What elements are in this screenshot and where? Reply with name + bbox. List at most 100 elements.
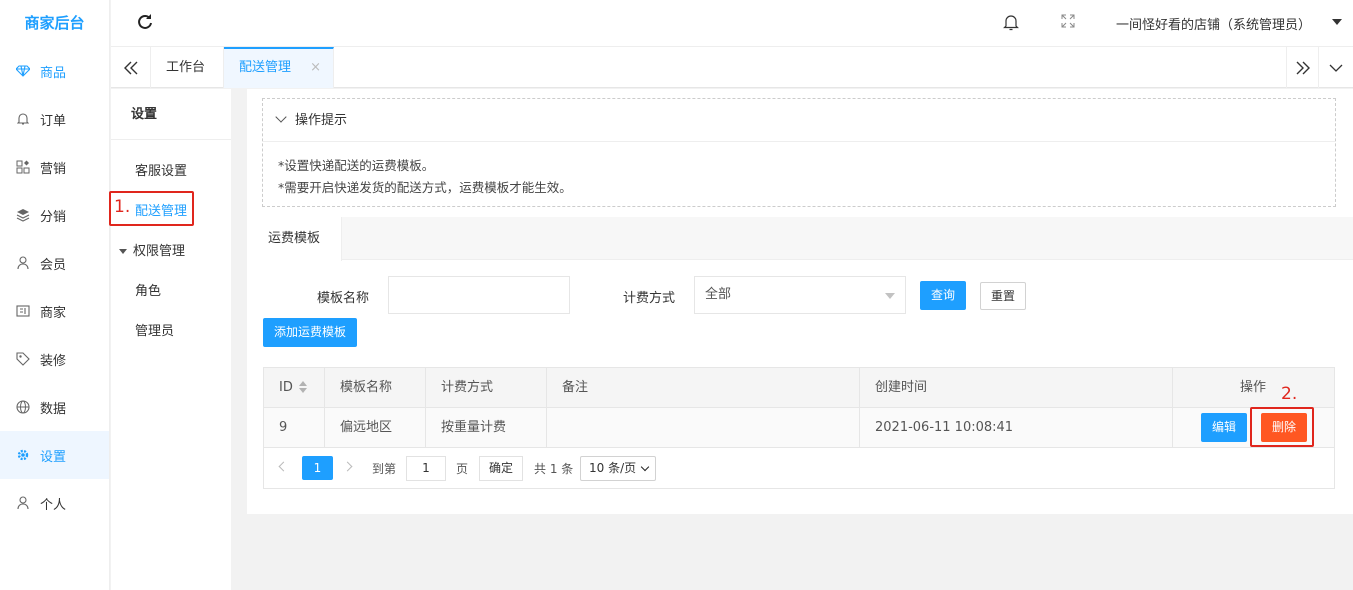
- goto-page-input[interactable]: 1: [406, 456, 446, 481]
- template-name-label: 模板名称: [317, 291, 370, 306]
- tab-scroll-right-button[interactable]: [1286, 47, 1318, 88]
- add-shipping-template-button[interactable]: 添加运费模板: [263, 318, 357, 347]
- nav-item-products[interactable]: 商品: [0, 47, 109, 95]
- card-tab-bar: 运费模板: [247, 217, 1353, 261]
- column-header-remark: 备注: [547, 368, 860, 408]
- tab-shipping-templates[interactable]: 运费模板: [247, 217, 342, 261]
- page-size-value: 10 条/页: [589, 461, 637, 475]
- settings-submenu: 设置 客服设置 配送管理 权限管理 角色 管理员: [111, 89, 231, 590]
- billing-method-label: 计费方式: [623, 291, 676, 306]
- chevron-down-icon: [1329, 64, 1343, 72]
- nav-item-members[interactable]: 会员: [0, 239, 109, 287]
- nav-item-marketing[interactable]: 营销: [0, 143, 109, 191]
- cell-remark: [547, 408, 860, 448]
- cell-billing-method: 按重量计费: [426, 408, 547, 448]
- caret-down-icon: [119, 249, 127, 254]
- tag-icon: [16, 352, 30, 366]
- refresh-icon[interactable]: [135, 12, 155, 32]
- submenu-item-admins[interactable]: 管理员: [135, 320, 174, 339]
- nav-item-label: 商家: [40, 305, 67, 321]
- nav-item-label: 数据: [40, 401, 67, 417]
- current-user-menu[interactable]: 一间怪好看的店铺（系统管理员）: [1116, 14, 1311, 33]
- tab-menu-button[interactable]: [1318, 47, 1353, 88]
- tip-line: *设置快递配送的运费模板。: [278, 158, 435, 173]
- cell-created-time: 2021-06-11 10:08:41: [860, 408, 1173, 448]
- tips-title: 操作提示: [295, 113, 348, 128]
- edit-button[interactable]: 编辑: [1201, 413, 1247, 442]
- top-bar: 一间怪好看的店铺（系统管理员）: [111, 0, 1353, 47]
- column-header-label: ID: [279, 380, 293, 395]
- nav-item-label: 商品: [40, 65, 67, 81]
- nav-item-label: 装修: [40, 353, 67, 369]
- nav-item-orders[interactable]: 订单: [0, 95, 109, 143]
- left-nav: 商家后台 商品 订单 营销 分销 会员 商家 装修 数据 设置 个人: [0, 0, 110, 590]
- nav-item-label: 订单: [40, 113, 67, 129]
- submenu-title: 设置: [111, 89, 231, 140]
- brand-logo[interactable]: 商家后台: [0, 0, 109, 47]
- total-count: 共 1 条: [534, 462, 574, 476]
- sort-icon[interactable]: [298, 380, 307, 393]
- tips-header[interactable]: 操作提示: [263, 99, 1335, 142]
- notification-bell-icon[interactable]: [1003, 13, 1019, 31]
- close-icon[interactable]: ×: [310, 49, 321, 86]
- page-unit-label: 页: [456, 462, 469, 476]
- nav-item-decoration[interactable]: 装修: [0, 335, 109, 383]
- bell-icon: [16, 112, 30, 126]
- operation-tips: 操作提示 *设置快递配送的运费模板。 *需要开启快递发货的配送方式，运费模板才能…: [262, 98, 1336, 207]
- user-icon: [16, 496, 30, 510]
- shop-icon: [16, 304, 30, 318]
- tip-line: *需要开启快递发货的配送方式，运费模板才能生效。: [278, 180, 572, 195]
- nav-item-personal[interactable]: 个人: [0, 479, 109, 527]
- page-tab-bar: 工作台 配送管理 ×: [111, 47, 1353, 88]
- billing-method-select[interactable]: 全部: [694, 276, 906, 314]
- goto-confirm-button[interactable]: 确定: [479, 456, 523, 481]
- template-name-input[interactable]: [388, 276, 570, 314]
- query-button[interactable]: 查询: [920, 281, 966, 310]
- tab-delivery-management[interactable]: 配送管理 ×: [224, 47, 334, 88]
- main-panel: 操作提示 *设置快递配送的运费模板。 *需要开启快递发货的配送方式，运费模板才能…: [247, 89, 1353, 514]
- cell-id: 9: [264, 408, 325, 448]
- submenu-group-permissions[interactable]: 权限管理: [119, 240, 185, 259]
- fullscreen-icon[interactable]: [1061, 14, 1075, 28]
- billing-method-value: 全部: [705, 287, 732, 302]
- annotation-number-2: 2.: [1281, 384, 1298, 404]
- nav-item-label: 会员: [40, 257, 67, 273]
- next-page-icon[interactable]: [342, 461, 353, 472]
- column-header-created-time: 创建时间: [860, 368, 1173, 408]
- prev-page-icon[interactable]: [278, 461, 289, 472]
- table-header: ID 模板名称 计费方式 备注 创建时间 操作: [264, 368, 1334, 408]
- tab-scroll-left-button[interactable]: [111, 47, 151, 88]
- column-header-actions: 操作: [1240, 380, 1267, 395]
- nav-item-label: 个人: [40, 497, 67, 513]
- user-icon: [16, 256, 30, 270]
- nav-item-distribution[interactable]: 分销: [0, 191, 109, 239]
- column-header-billing-method: 计费方式: [426, 368, 547, 408]
- chevron-down-icon: [275, 111, 287, 123]
- chevron-down-icon: [640, 462, 650, 472]
- pagination: 1 到第 1 页 确定 共 1 条 10 条/页: [264, 448, 1334, 488]
- chevron-down-icon[interactable]: [1332, 19, 1342, 25]
- nav-item-data[interactable]: 数据: [0, 383, 109, 431]
- nav-item-label: 分销: [40, 209, 67, 225]
- submenu-item-roles[interactable]: 角色: [135, 280, 161, 299]
- tab-workbench[interactable]: 工作台: [151, 47, 224, 88]
- reset-button[interactable]: 重置: [980, 282, 1026, 310]
- table-row: 9 偏远地区 按重量计费 2021-06-11 10:08:41 编辑 删除: [264, 408, 1334, 448]
- nav-item-settings[interactable]: 设置: [0, 431, 109, 479]
- annotation-number-1: 1.: [114, 197, 131, 217]
- submenu-group-label: 权限管理: [133, 244, 186, 259]
- caret-down-icon: [885, 293, 895, 299]
- submenu-item-customer-service[interactable]: 客服设置: [135, 160, 187, 179]
- nav-item-merchants[interactable]: 商家: [0, 287, 109, 335]
- goto-label: 到第: [372, 462, 397, 476]
- column-header-id[interactable]: ID: [264, 368, 325, 408]
- cell-template-name: 偏远地区: [325, 408, 426, 448]
- globe-icon: [16, 400, 30, 414]
- diamond-icon: [16, 64, 30, 78]
- layers-icon: [16, 208, 30, 222]
- nav-item-label: 设置: [40, 449, 67, 465]
- column-header-template-name: 模板名称: [325, 368, 426, 408]
- double-chevron-right-icon: [1296, 61, 1310, 74]
- page-button-current[interactable]: 1: [302, 456, 333, 480]
- page-size-select[interactable]: 10 条/页: [580, 456, 656, 481]
